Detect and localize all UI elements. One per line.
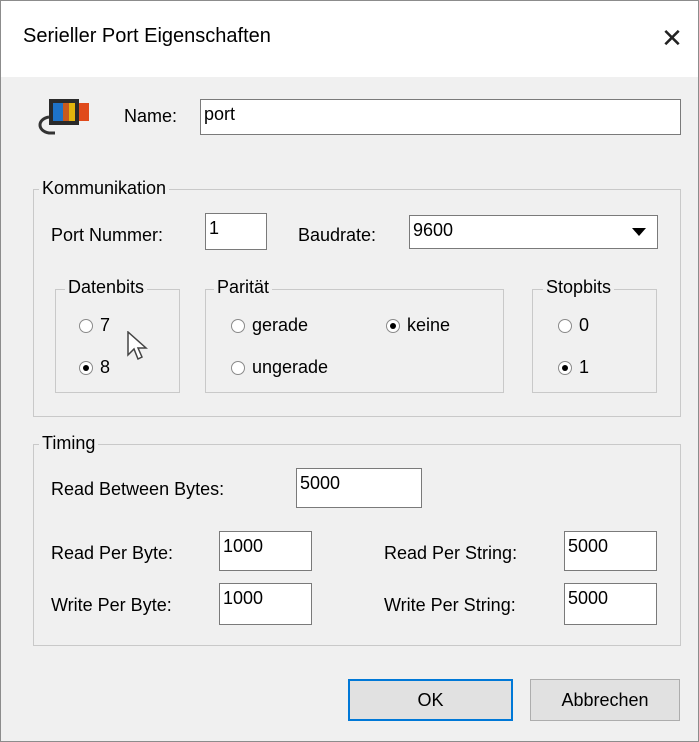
paritaet-gerade-radio[interactable]: gerade [231,315,308,336]
mouse-pointer-icon [127,331,148,361]
paritaet-legend: Parität [214,277,273,298]
gerade-label: gerade [252,315,309,335]
stopbits-legend: Stopbits [543,277,615,298]
radio-circle [79,318,93,333]
close-button[interactable]: ✕ [649,15,695,61]
radio-circle-selected [558,360,572,375]
radio-circle-selected [79,360,93,375]
read-per-string-label: Read Per String: [384,543,518,563]
keine-label: keine [407,315,451,335]
datenbits-7-radio[interactable]: 7 [79,315,110,336]
write-per-string-label: Write Per String: [384,595,516,615]
chevron-down-icon [632,228,646,236]
read-per-byte-label: Read Per Byte: [51,543,174,563]
title-bar[interactable]: Serieller Port Eigenschaften ✕ [1,1,698,77]
close-icon: ✕ [661,22,683,53]
paritaet-ungerade-radio[interactable]: ungerade [231,357,328,378]
baud-value: 9600 [413,220,454,240]
stopbits-1-radio[interactable]: 1 [558,357,589,378]
datenbits-8-label: 8 [100,357,111,377]
stopbits-group [532,289,657,393]
name-label: Name: [124,106,178,126]
stopbits-1-label: 1 [579,357,590,377]
ok-button[interactable]: OK [348,679,513,721]
baud-dropdown-button[interactable] [625,217,653,247]
timing-legend: Timing [39,433,99,454]
datenbits-legend: Datenbits [65,277,148,298]
dialog-window: Serieller Port Eigenschaften ✕ Name: por… [0,0,699,742]
cancel-button[interactable]: Abbrechen [530,679,680,721]
read-per-byte-input[interactable]: 1000 [219,531,312,571]
name-input[interactable]: port [200,99,681,135]
read-per-string-input[interactable]: 5000 [564,531,657,571]
read-between-bytes-label: Read Between Bytes: [51,479,225,499]
baud-select[interactable]: 9600 [409,215,658,249]
write-per-byte-input[interactable]: 1000 [219,583,312,625]
port-label: Port Nummer: [51,225,164,245]
datenbits-7-label: 7 [100,315,111,335]
write-per-byte-label: Write Per Byte: [51,595,172,615]
ungerade-label: ungerade [252,357,329,377]
paritaet-keine-radio[interactable]: keine [386,315,450,336]
radio-circle-selected [386,318,400,333]
read-between-bytes-input[interactable]: 5000 [296,468,422,508]
window-title: Serieller Port Eigenschaften [23,25,271,47]
datenbits-8-radio[interactable]: 8 [79,357,110,378]
write-per-string-input[interactable]: 5000 [564,583,657,625]
radio-circle [231,318,245,333]
kommunikation-legend: Kommunikation [39,178,170,199]
radio-circle [558,318,572,333]
stopbits-0-radio[interactable]: 0 [558,315,589,336]
datenbits-group [55,289,180,393]
baud-label: Baudrate: [298,225,377,245]
radio-circle [231,360,245,375]
serial-port-icon [38,99,89,135]
port-input[interactable]: 1 [205,213,267,250]
stopbits-0-label: 0 [579,315,590,335]
